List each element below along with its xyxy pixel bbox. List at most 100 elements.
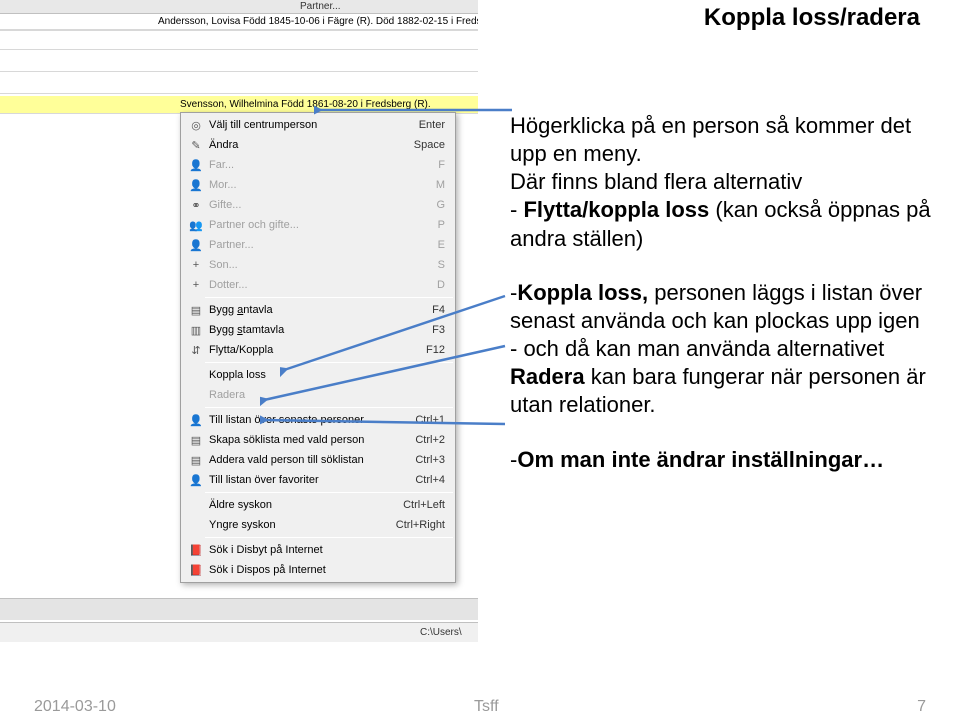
menu-koppla-loss[interactable]: Koppla loss [183, 365, 453, 385]
menu-aldre-syskon[interactable]: Äldre syskon Ctrl+Left [183, 495, 453, 515]
menu-dotter[interactable]: + Dotter... D [183, 275, 453, 295]
menu-separator [205, 492, 453, 493]
person-row: Andersson, Lovisa Född 1845-10-06 i Fägr… [0, 14, 478, 30]
menu-label: Till listan över senaste personer [205, 414, 415, 426]
menu-label: Flytta/Koppla [205, 344, 426, 356]
menu-separator [205, 407, 453, 408]
menu-disbyt[interactable]: 📕 Sök i Disbyt på Internet [183, 540, 453, 560]
menu-label: Sök i Disbyt på Internet [205, 544, 445, 556]
menu-separator [205, 297, 453, 298]
menu-shortcut: Ctrl+3 [415, 454, 449, 466]
book-icon: 📕 [187, 562, 205, 578]
menu-shortcut: Enter [419, 119, 449, 131]
plus-female-icon: + [187, 277, 205, 293]
person-icon: 👤 [187, 177, 205, 193]
menu-label: Till listan över favoriter [205, 474, 415, 486]
edit-icon: ✎ [187, 137, 205, 153]
menu-dispos[interactable]: 📕 Sök i Dispos på Internet [183, 560, 453, 580]
menu-shortcut: Ctrl+2 [415, 434, 449, 446]
bold-text: Radera [510, 364, 591, 389]
menu-label: Ändra [205, 139, 414, 151]
text: Där finns bland flera alternativ [510, 169, 802, 194]
menu-far[interactable]: 👤 Far... F [183, 155, 453, 175]
menu-favoriter[interactable]: 👤 Till listan över favoriter Ctrl+4 [183, 470, 453, 490]
menu-label: Skapa söklista med vald person [205, 434, 415, 446]
menu-label: Yngre syskon [205, 519, 396, 531]
menu-shortcut: Ctrl+Right [396, 519, 449, 531]
menu-label: Koppla loss [205, 369, 445, 381]
page-title: Koppla loss/radera [704, 4, 920, 32]
explain-block: Högerklicka på en person så kommer det u… [510, 112, 940, 500]
status-area [0, 598, 478, 620]
menu-antavla[interactable]: ▤ Bygg antavla F4 [183, 300, 453, 320]
footer-page: 7 [917, 698, 926, 716]
blank-row [0, 74, 478, 94]
menu-shortcut: Ctrl+Left [403, 499, 449, 511]
book-icon: 📕 [187, 542, 205, 558]
menu-label: Partner och gifte... [205, 219, 438, 231]
menu-shortcut: S [438, 259, 449, 271]
menu-label: Partner... [205, 239, 438, 251]
menu-flytta-koppla[interactable]: ⇵ Flytta/Koppla F12 [183, 340, 453, 360]
menu-label: Sök i Dispos på Internet [205, 564, 445, 576]
menu-label: Gifte... [205, 199, 436, 211]
tree-icon: ▥ [187, 322, 205, 338]
menu-radera[interactable]: Radera [183, 385, 453, 405]
menu-shortcut: Ctrl+1 [415, 414, 449, 426]
text: - [510, 197, 523, 222]
menu-shortcut: D [437, 279, 449, 291]
menu-label: Bygg stamtavla [205, 324, 432, 336]
menu-andra[interactable]: ✎ Ändra Space [183, 135, 453, 155]
explain-p2: -Koppla loss, personen läggs i listan öv… [510, 279, 940, 420]
menu-soklista[interactable]: ▤ Skapa söklista med vald person Ctrl+2 [183, 430, 453, 450]
explain-p1: Högerklicka på en person så kommer det u… [510, 112, 940, 253]
menu-label: Bygg antavla [205, 304, 432, 316]
menu-shortcut: F3 [432, 324, 449, 336]
person-icon: 👤 [187, 237, 205, 253]
menu-addera[interactable]: ▤ Addera vald person till söklistan Ctrl… [183, 450, 453, 470]
menu-senaste[interactable]: 👤 Till listan över senaste personer Ctrl… [183, 410, 453, 430]
menu-yngre-syskon[interactable]: Yngre syskon Ctrl+Right [183, 515, 453, 535]
menu-label: Mor... [205, 179, 436, 191]
blank-icon [187, 497, 205, 513]
menu-stamtavla[interactable]: ▥ Bygg stamtavla F3 [183, 320, 453, 340]
menu-label: Son... [205, 259, 438, 271]
menu-label: Far... [205, 159, 438, 171]
list-icon: ▤ [187, 432, 205, 448]
person-list-icon: 👤 [187, 412, 205, 428]
menu-shortcut: G [436, 199, 449, 211]
menu-shortcut: F4 [432, 304, 449, 316]
menu-partner[interactable]: 👤 Partner... E [183, 235, 453, 255]
menu-shortcut: E [438, 239, 449, 251]
move-icon: ⇵ [187, 342, 205, 358]
target-icon: ◎ [187, 117, 205, 133]
menu-label: Dotter... [205, 279, 437, 291]
list-add-icon: ▤ [187, 452, 205, 468]
status-bar: C:\Users\ [0, 622, 478, 642]
menu-shortcut: Ctrl+4 [415, 474, 449, 486]
person-icon: 👤 [187, 157, 205, 173]
bold-text: Om man inte ändrar inställningar… [517, 447, 884, 472]
menu-son[interactable]: + Son... S [183, 255, 453, 275]
menu-shortcut: M [436, 179, 449, 191]
menu-mor[interactable]: 👤 Mor... M [183, 175, 453, 195]
couple-icon: 👥 [187, 217, 205, 233]
menu-label: Radera [205, 389, 445, 401]
blank-row [0, 30, 478, 50]
tree-icon: ▤ [187, 302, 205, 318]
rings-icon: ⚭ [187, 197, 205, 213]
blank-icon [187, 387, 205, 403]
menu-partner-gifte[interactable]: 👥 Partner och gifte... P [183, 215, 453, 235]
menu-shortcut: F [438, 159, 449, 171]
menu-gifte[interactable]: ⚭ Gifte... G [183, 195, 453, 215]
top-grey-bar: Partner... [0, 0, 478, 14]
plus-male-icon: + [187, 257, 205, 273]
menu-valj-centrum[interactable]: ◎ Välj till centrumperson Enter [183, 115, 453, 135]
text: Högerklicka på en person så kommer det u… [510, 113, 911, 166]
menu-shortcut: Space [414, 139, 449, 151]
blank-icon [187, 517, 205, 533]
bold-text: Flytta/koppla loss [523, 197, 715, 222]
menu-label: Välj till centrumperson [205, 119, 419, 131]
menu-separator [205, 537, 453, 538]
menu-separator [205, 362, 453, 363]
